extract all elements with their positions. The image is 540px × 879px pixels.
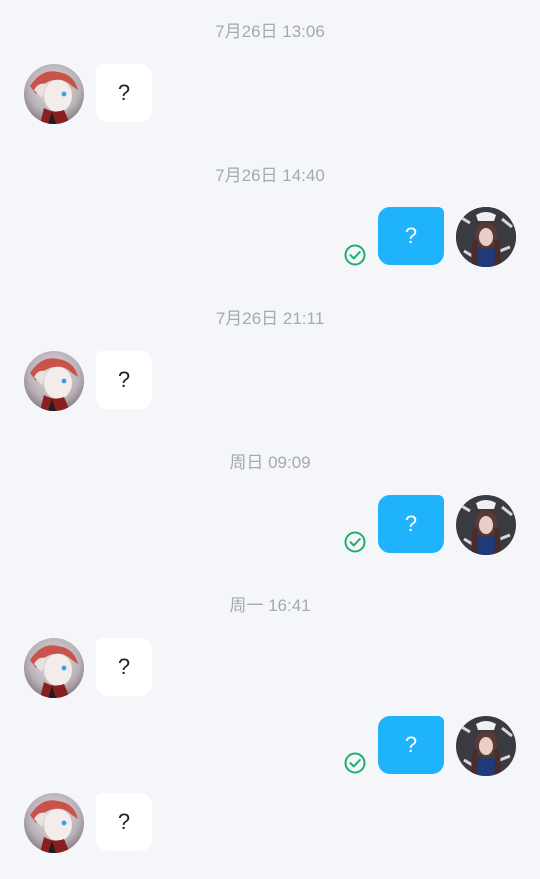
message-timestamp: 周日 09:09 <box>229 453 311 472</box>
my-avatar[interactable] <box>456 495 516 555</box>
incoming-message-bubble[interactable]: ? <box>96 351 152 409</box>
avatar-icon <box>456 716 516 776</box>
avatar-icon <box>456 495 516 555</box>
contact-avatar[interactable] <box>24 638 84 698</box>
avatar-icon <box>24 638 84 698</box>
message-timestamp: 周一 16:41 <box>229 596 311 615</box>
contact-avatar[interactable] <box>24 351 84 411</box>
contact-avatar[interactable] <box>24 793 84 853</box>
outgoing-message-bubble[interactable]: ? <box>378 207 444 265</box>
my-avatar[interactable] <box>456 207 516 267</box>
message-timestamp: 7月26日 21:11 <box>215 309 325 328</box>
message-timestamp: 7月26日 14:40 <box>215 166 325 185</box>
outgoing-message-bubble[interactable]: ? <box>378 495 444 553</box>
incoming-message-bubble[interactable]: ? <box>96 793 152 851</box>
avatar-icon <box>24 793 84 853</box>
outgoing-message-bubble[interactable]: ? <box>378 716 444 774</box>
message-timestamp: 7月26日 13:06 <box>215 22 325 41</box>
incoming-message-bubble[interactable]: ? <box>96 64 152 122</box>
avatar-icon <box>24 351 84 411</box>
read-check-icon <box>344 244 366 266</box>
chat-thread[interactable]: 7月26日 13:06 ? 7月26日 14:40 ? 7月26日 21:11 … <box>0 0 540 879</box>
contact-avatar[interactable] <box>24 64 84 124</box>
incoming-message-bubble[interactable]: ? <box>96 638 152 696</box>
avatar-icon <box>456 207 516 267</box>
my-avatar[interactable] <box>456 716 516 776</box>
read-check-icon <box>344 531 366 553</box>
read-check-icon <box>344 752 366 774</box>
avatar-icon <box>24 64 84 124</box>
